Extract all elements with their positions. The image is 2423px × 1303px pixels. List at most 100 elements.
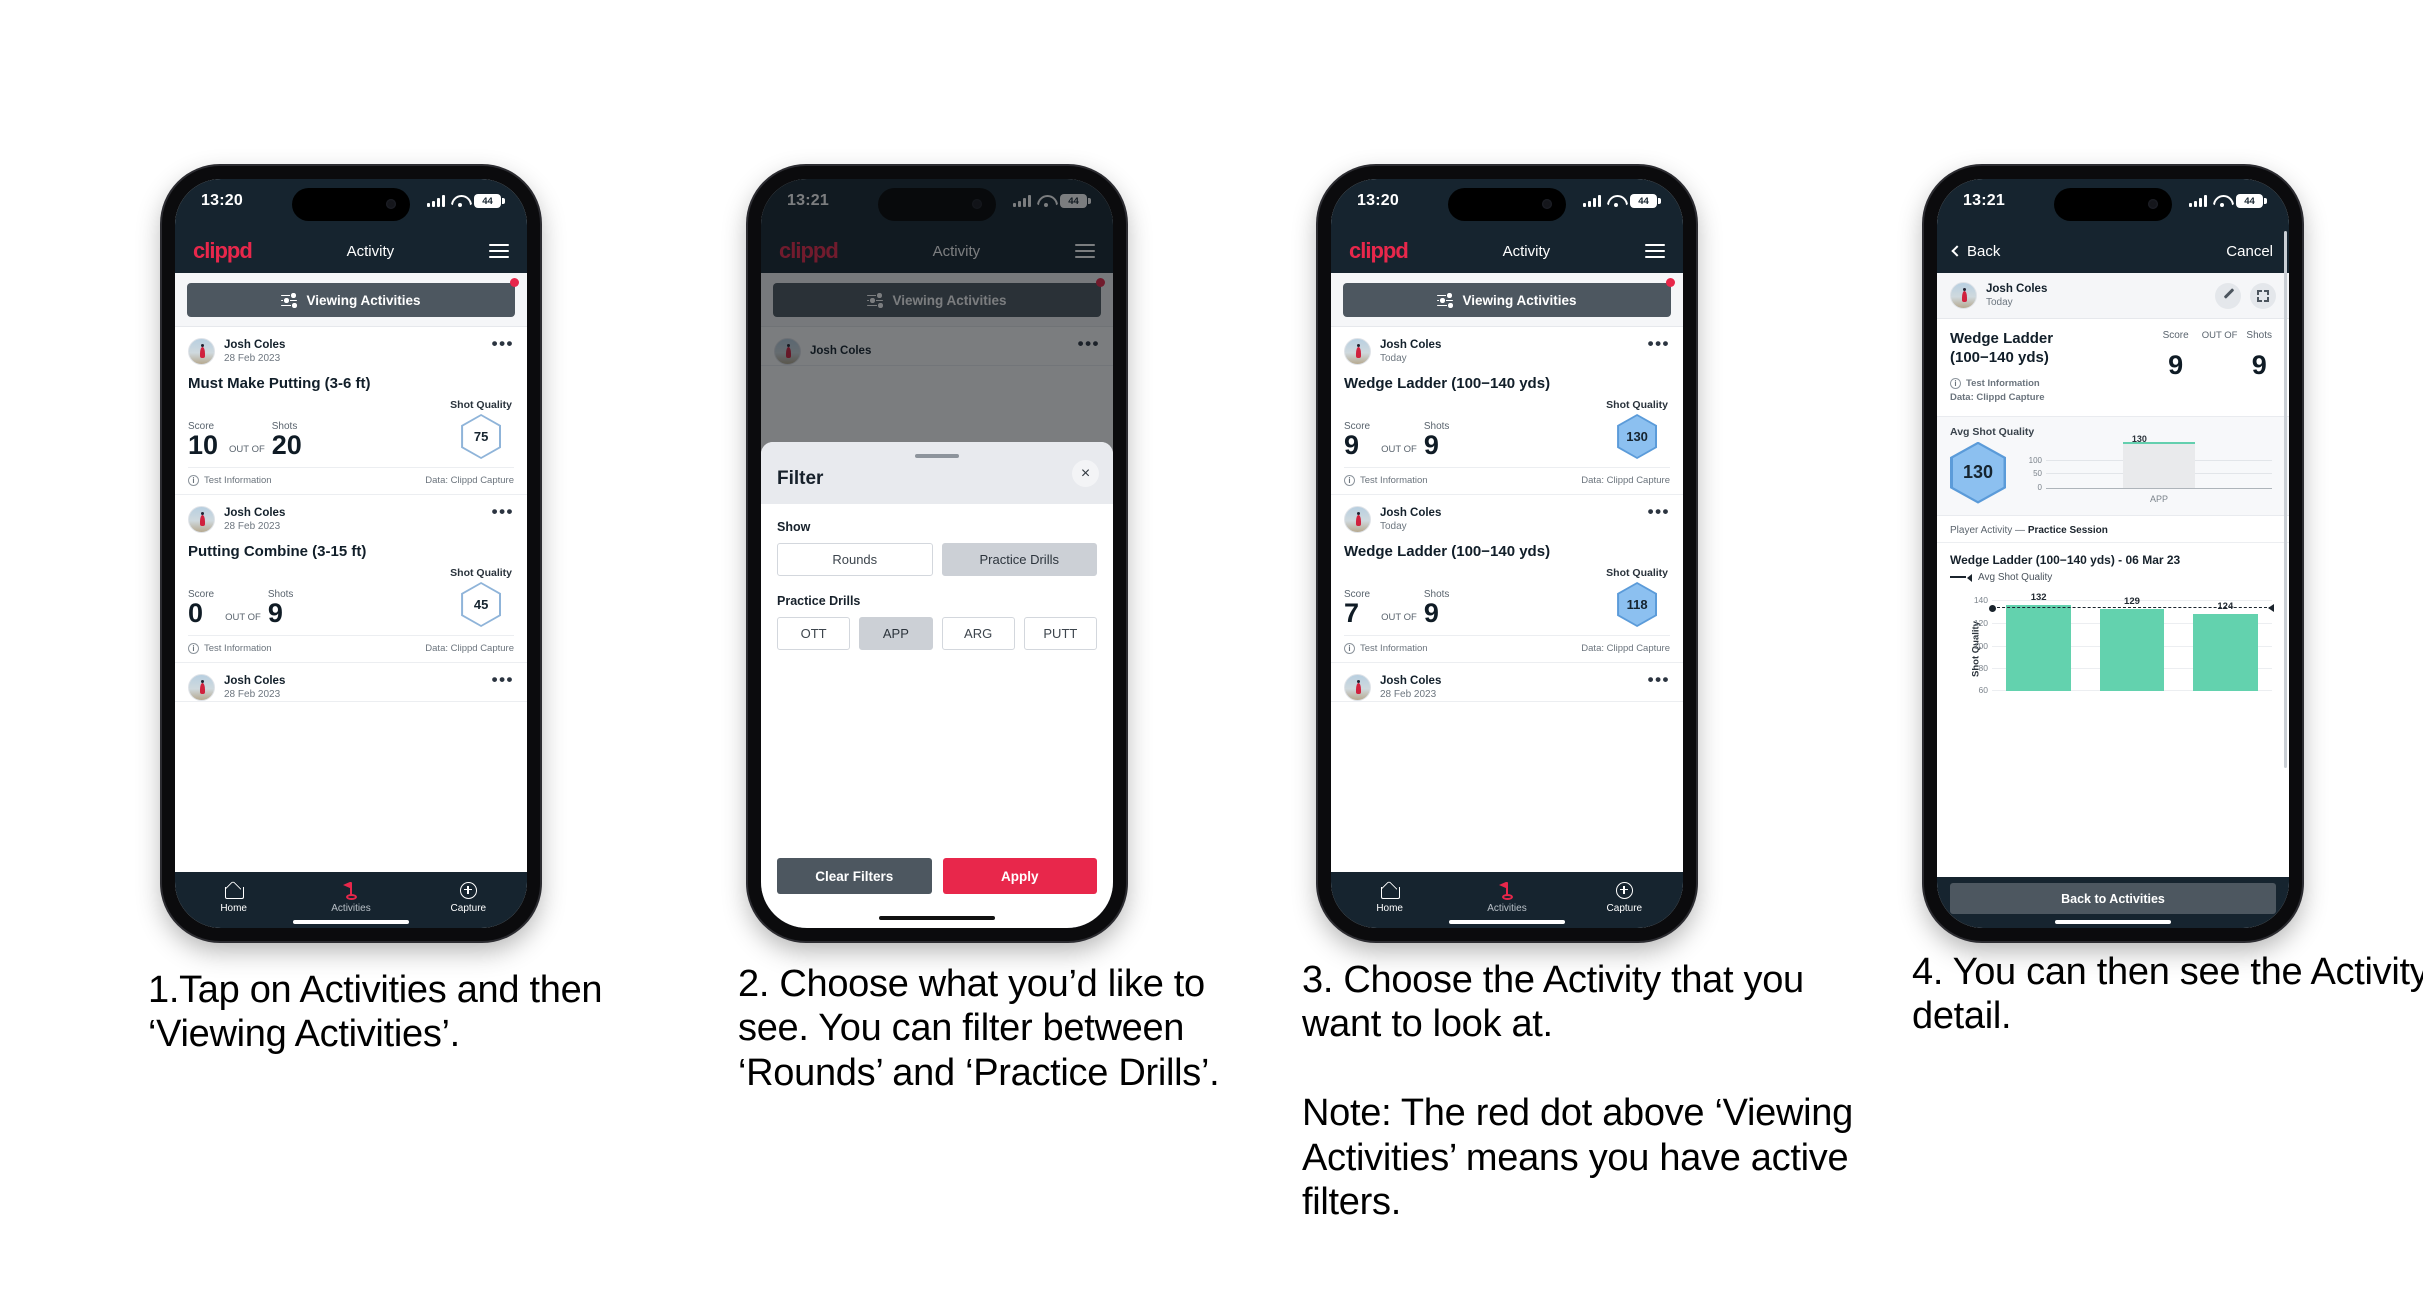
- page-title: Activity: [1502, 242, 1551, 260]
- viewing-activities-button[interactable]: Viewing Activities: [1343, 283, 1671, 317]
- expand-icon[interactable]: [2250, 282, 2276, 309]
- cancel-button[interactable]: Cancel: [2226, 243, 2273, 260]
- activity-feed[interactable]: Josh Coles Today ••• Wedge Ladder (100−1…: [1331, 327, 1683, 872]
- clippd-logo[interactable]: clippd: [193, 238, 253, 264]
- activity-feed[interactable]: Josh Coles 28 Feb 2023 ••• Must Make Put…: [175, 327, 527, 872]
- info-icon: i: [188, 475, 199, 486]
- detail-user: Josh Coles Today: [1986, 283, 2206, 309]
- more-options-icon[interactable]: •••: [492, 671, 514, 688]
- viewing-activities-label: Viewing Activities: [1462, 292, 1577, 308]
- shots-value: 9: [1423, 598, 1439, 629]
- filter-option-rounds[interactable]: Rounds: [777, 543, 933, 576]
- score-shots-group: Score 9 OUT OF Shots 9: [1344, 421, 1606, 459]
- tab-activities-label: Activities: [1487, 903, 1527, 914]
- avg-shot-quality-mini-chart: 100 50 0 130 APP: [2020, 434, 2276, 504]
- test-information[interactable]: i Test Information: [1344, 475, 1428, 486]
- filter-chip-ott[interactable]: OTT: [777, 617, 851, 650]
- card-stats: Score 9 OUT OF Shots 9 Shot Quality 130: [1344, 399, 1670, 459]
- caption-note: Note: The red dot above ‘Viewing Activit…: [1302, 1092, 1853, 1224]
- avatar: [188, 674, 215, 701]
- score-stat: Score 9: [2163, 330, 2189, 379]
- card-header: Josh Coles 28 Feb 2023 •••: [188, 503, 514, 533]
- test-information[interactable]: i Test Information: [1344, 643, 1428, 654]
- scrollbar[interactable]: [2284, 231, 2287, 768]
- home-icon: [175, 879, 292, 901]
- back-button[interactable]: Back: [1951, 243, 2000, 260]
- golf-flag-icon: [292, 879, 409, 901]
- back-to-activities-button[interactable]: Back to Activities: [1950, 883, 2276, 914]
- more-options-icon[interactable]: •••: [492, 335, 514, 352]
- more-options-icon[interactable]: •••: [1648, 671, 1670, 688]
- tabs: Home Activities Capture: [1331, 879, 1683, 914]
- edit-icon[interactable]: [2215, 282, 2241, 309]
- filter-chip-arg[interactable]: ARG: [941, 617, 1015, 650]
- test-information[interactable]: i Test Information: [1950, 377, 2040, 391]
- step-3-caption: 3. Choose the Activity that you want to …: [1302, 958, 1862, 1225]
- activity-card[interactable]: Josh Coles 28 Feb 2023 •••: [175, 663, 527, 702]
- tab-activities[interactable]: Activities: [292, 879, 409, 914]
- battery-icon: 44: [1630, 194, 1661, 208]
- cellular-signal-icon: [2189, 195, 2207, 207]
- tab-home[interactable]: Home: [175, 879, 292, 914]
- card-footer: i Test Information Data: Clippd Capture: [1344, 467, 1670, 494]
- ytick: 80: [1978, 663, 1988, 674]
- shot-quality-label: Shot Quality: [1606, 567, 1668, 579]
- sheet-grabber[interactable]: [915, 454, 959, 458]
- status-time: 13:20: [1357, 192, 1399, 209]
- apply-button[interactable]: Apply: [942, 858, 1097, 894]
- activity-card[interactable]: Josh Coles 28 Feb 2023 ••• Putting Combi…: [175, 495, 527, 663]
- card-user: Josh Coles 28 Feb 2023: [224, 507, 483, 533]
- card-footer: i Test Information Data: Clippd Capture: [188, 467, 514, 494]
- test-information[interactable]: i Test Information: [188, 475, 272, 486]
- more-options-icon[interactable]: •••: [1648, 503, 1670, 520]
- close-icon[interactable]: ×: [1072, 460, 1099, 487]
- score-value: 0: [188, 598, 204, 629]
- data-source-label: Data: Clippd Capture: [425, 643, 514, 654]
- card-header: Josh Coles Today •••: [1344, 503, 1670, 533]
- activity-card[interactable]: Josh Coles 28 Feb 2023 •••: [1331, 663, 1683, 702]
- filter-sheet-body: Show Rounds Practice Drills Practice Dri…: [761, 504, 1113, 858]
- shot-quality-label: Shot Quality: [450, 399, 512, 411]
- detail-nav-bar: Back Cancel: [1937, 229, 2289, 273]
- card-header: Josh Coles 28 Feb 2023 •••: [188, 335, 514, 365]
- more-options-icon[interactable]: •••: [1648, 335, 1670, 352]
- data-source-label: Data: Clippd Capture: [1581, 643, 1670, 654]
- user-name: Josh Coles: [224, 506, 286, 519]
- clippd-logo[interactable]: clippd: [1349, 238, 1409, 264]
- filter-chip-putt[interactable]: PUTT: [1023, 617, 1097, 650]
- tab-capture[interactable]: Capture: [1566, 879, 1683, 914]
- activity-card[interactable]: Josh Coles 28 Feb 2023 ••• Must Make Put…: [175, 327, 527, 495]
- score-value: 7: [1344, 598, 1360, 629]
- step-1-panel: 13:20 44 clippd Activity Viewing Activit…: [110, 0, 670, 1303]
- bottom-tab-bar: Home Activities Capture: [1331, 872, 1683, 928]
- menu-icon[interactable]: [488, 244, 509, 258]
- viewing-activities-button[interactable]: Viewing Activities: [187, 283, 515, 317]
- walkthrough-board: 13:20 44 clippd Activity Viewing Activit…: [0, 0, 2423, 1303]
- bottom-tab-bar: Home Activities Capture: [175, 872, 527, 928]
- score-shots-group: Score 0 OUT OF Shots 9: [188, 589, 450, 627]
- filter-option-practice-drills[interactable]: Practice Drills: [941, 543, 1097, 576]
- detail-summary: Wedge Ladder (100−140 yds) i Test Informa…: [1937, 319, 2289, 416]
- tab-home[interactable]: Home: [1331, 879, 1448, 914]
- filter-chip-app[interactable]: APP: [859, 617, 933, 650]
- tab-capture[interactable]: Capture: [410, 879, 527, 914]
- tab-activities[interactable]: Activities: [1448, 879, 1565, 914]
- page-title: Activity: [346, 242, 395, 260]
- clear-filters-button[interactable]: Clear Filters: [777, 858, 932, 894]
- ytick: 60: [1978, 684, 1988, 695]
- status-icons: 44: [427, 194, 505, 208]
- card-footer: i Test Information Data: Clippd Capture: [188, 635, 514, 662]
- activity-card[interactable]: Josh Coles Today ••• Wedge Ladder (100−1…: [1331, 495, 1683, 663]
- ytick: 140: [1973, 595, 1988, 606]
- card-user: Josh Coles Today: [1380, 507, 1639, 533]
- chart-plot: Shot Quality 140 120 100 80 60 132 129 1…: [1950, 592, 2276, 705]
- tab-capture-label: Capture: [1606, 903, 1643, 914]
- activity-card[interactable]: Josh Coles Today ••• Wedge Ladder (100−1…: [1331, 327, 1683, 495]
- shot-quality-value: 75: [463, 416, 500, 457]
- test-information[interactable]: i Test Information: [188, 643, 272, 654]
- card-stats: Score 10 OUT OF Shots 20 Shot Quality 75: [188, 399, 514, 459]
- filter-sliders-icon: [281, 292, 298, 309]
- more-options-icon[interactable]: •••: [492, 503, 514, 520]
- viewing-activities-label: Viewing Activities: [306, 292, 421, 308]
- menu-icon[interactable]: [1644, 244, 1665, 258]
